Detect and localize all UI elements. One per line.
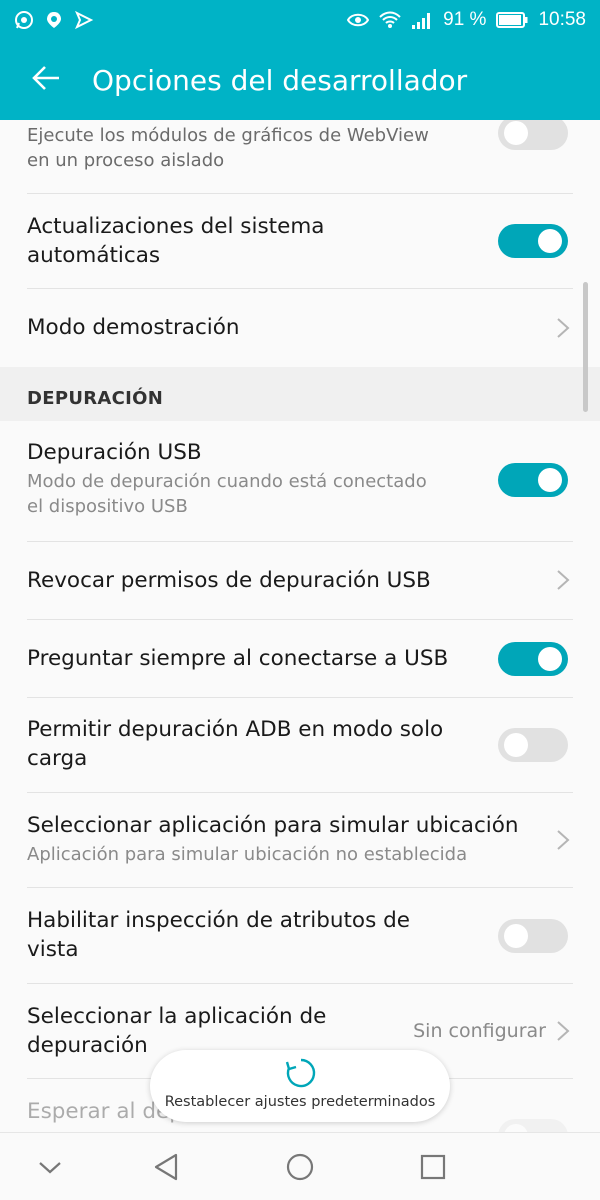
setting-revoke-usb-title: Revocar permisos de depuración USB: [27, 568, 431, 593]
whatsapp-icon: [14, 10, 34, 30]
wait-debugger-toggle[interactable]: [498, 1119, 568, 1132]
toggle-knob: [504, 1124, 528, 1132]
navigation-bar: [0, 1132, 600, 1200]
battery-icon: [496, 12, 528, 28]
setting-webview-subtitle: en un proceso aislado: [27, 150, 225, 171]
setting-view-attribute-inspection[interactable]: Habilitar inspección de atributos de vis…: [0, 888, 600, 983]
clock: 10:58: [538, 9, 586, 30]
status-right-icons: 91 % 10:58: [347, 9, 586, 31]
status-bar: 91 % 10:58: [0, 0, 600, 40]
setting-demo-mode[interactable]: Modo demostración: [0, 289, 600, 367]
status-left-icons: [14, 10, 94, 30]
setting-revoke-usb[interactable]: Revocar permisos de depuración USB: [0, 542, 600, 619]
page-title: Opciones del desarrollador: [92, 63, 468, 97]
arrow-left-icon: [31, 63, 61, 98]
settings-list[interactable]: Ejecute los módulos de gráficos de WebVi…: [0, 120, 600, 1132]
location-pin-icon: [44, 10, 64, 30]
setting-mock-location-subtitle: Aplicación para simular ubicación no est…: [27, 844, 468, 865]
setting-webview-title: Ejecute los módulos de gráficos de WebVi…: [27, 125, 429, 146]
setting-usb-debug-subtitle-2: el dispositivo USB: [27, 496, 188, 517]
toggle-knob: [504, 121, 528, 145]
setting-mock-location-title: Seleccionar aplicación para simular ubic…: [27, 813, 519, 838]
setting-adb-charge-title-1: Permitir depuración ADB en modo solo: [27, 717, 444, 742]
setting-auto-updates-title-1: Actualizaciones del sistema: [27, 214, 325, 239]
toggle-knob: [504, 924, 528, 948]
app-bar: Opciones del desarrollador: [0, 40, 600, 120]
setting-auto-updates[interactable]: Actualizaciones del sistema automáticas: [0, 194, 600, 288]
auto-updates-toggle[interactable]: [498, 224, 568, 258]
chevron-right-icon: [556, 1020, 570, 1042]
setting-debug-app-title-1: Seleccionar la aplicación de: [27, 1004, 327, 1029]
signal-icon: [411, 11, 433, 29]
scrollbar[interactable]: [583, 282, 588, 412]
setting-view-attr-title-1: Habilitar inspección de atributos de: [27, 908, 410, 933]
recents-square-icon[interactable]: [413, 1147, 453, 1187]
setting-view-attr-title-2: vista: [27, 937, 79, 962]
toast-label: Restablecer ajustes predeterminados: [164, 1094, 436, 1110]
adb-charge-toggle[interactable]: [498, 728, 568, 762]
toggle-knob: [504, 733, 528, 757]
chevron-down-icon[interactable]: [30, 1147, 70, 1187]
setting-usb-debug-subtitle-1: Modo de depuración cuando está conectado: [27, 471, 427, 492]
chevron-right-icon: [556, 569, 570, 591]
reset-defaults-toast[interactable]: Restablecer ajustes predeterminados: [150, 1050, 450, 1122]
eye-icon: [347, 12, 370, 28]
setting-usb-debug-title: Depuración USB: [27, 440, 202, 465]
setting-webview-isolated[interactable]: Ejecute los módulos de gráficos de WebVi…: [0, 120, 600, 193]
setting-ask-usb-title: Preguntar siempre al conectarse a USB: [27, 646, 449, 671]
refresh-icon: [284, 1056, 318, 1095]
messaging-icon: [74, 10, 94, 30]
view-attr-toggle[interactable]: [498, 919, 568, 953]
debug-app-value: Sin configurar: [413, 1020, 546, 1042]
back-triangle-icon[interactable]: [146, 1147, 186, 1187]
setting-adb-charge-title-2: carga: [27, 746, 88, 771]
section-header-debug: DEPURACIÓN: [27, 388, 164, 409]
home-circle-icon[interactable]: [280, 1147, 320, 1187]
wifi-icon: [379, 11, 401, 29]
setting-usb-debug[interactable]: Depuración USB Modo de depuración cuando…: [0, 421, 600, 541]
toggle-knob: [538, 468, 562, 492]
setting-ask-usb[interactable]: Preguntar siempre al conectarse a USB: [0, 620, 600, 697]
back-button[interactable]: [0, 40, 92, 120]
battery-percent: 91 %: [443, 9, 487, 30]
setting-adb-charge-only[interactable]: Permitir depuración ADB en modo solo car…: [0, 698, 600, 792]
setting-mock-location[interactable]: Seleccionar aplicación para simular ubic…: [0, 793, 600, 887]
webview-toggle[interactable]: [498, 120, 568, 150]
toggle-knob: [538, 647, 562, 671]
chevron-right-icon: [556, 829, 570, 851]
chevron-right-icon: [556, 317, 570, 339]
usb-debug-toggle[interactable]: [498, 463, 568, 497]
ask-usb-toggle[interactable]: [498, 642, 568, 676]
setting-auto-updates-title-2: automáticas: [27, 243, 161, 268]
toggle-knob: [538, 229, 562, 253]
setting-demo-mode-title: Modo demostración: [27, 315, 240, 340]
